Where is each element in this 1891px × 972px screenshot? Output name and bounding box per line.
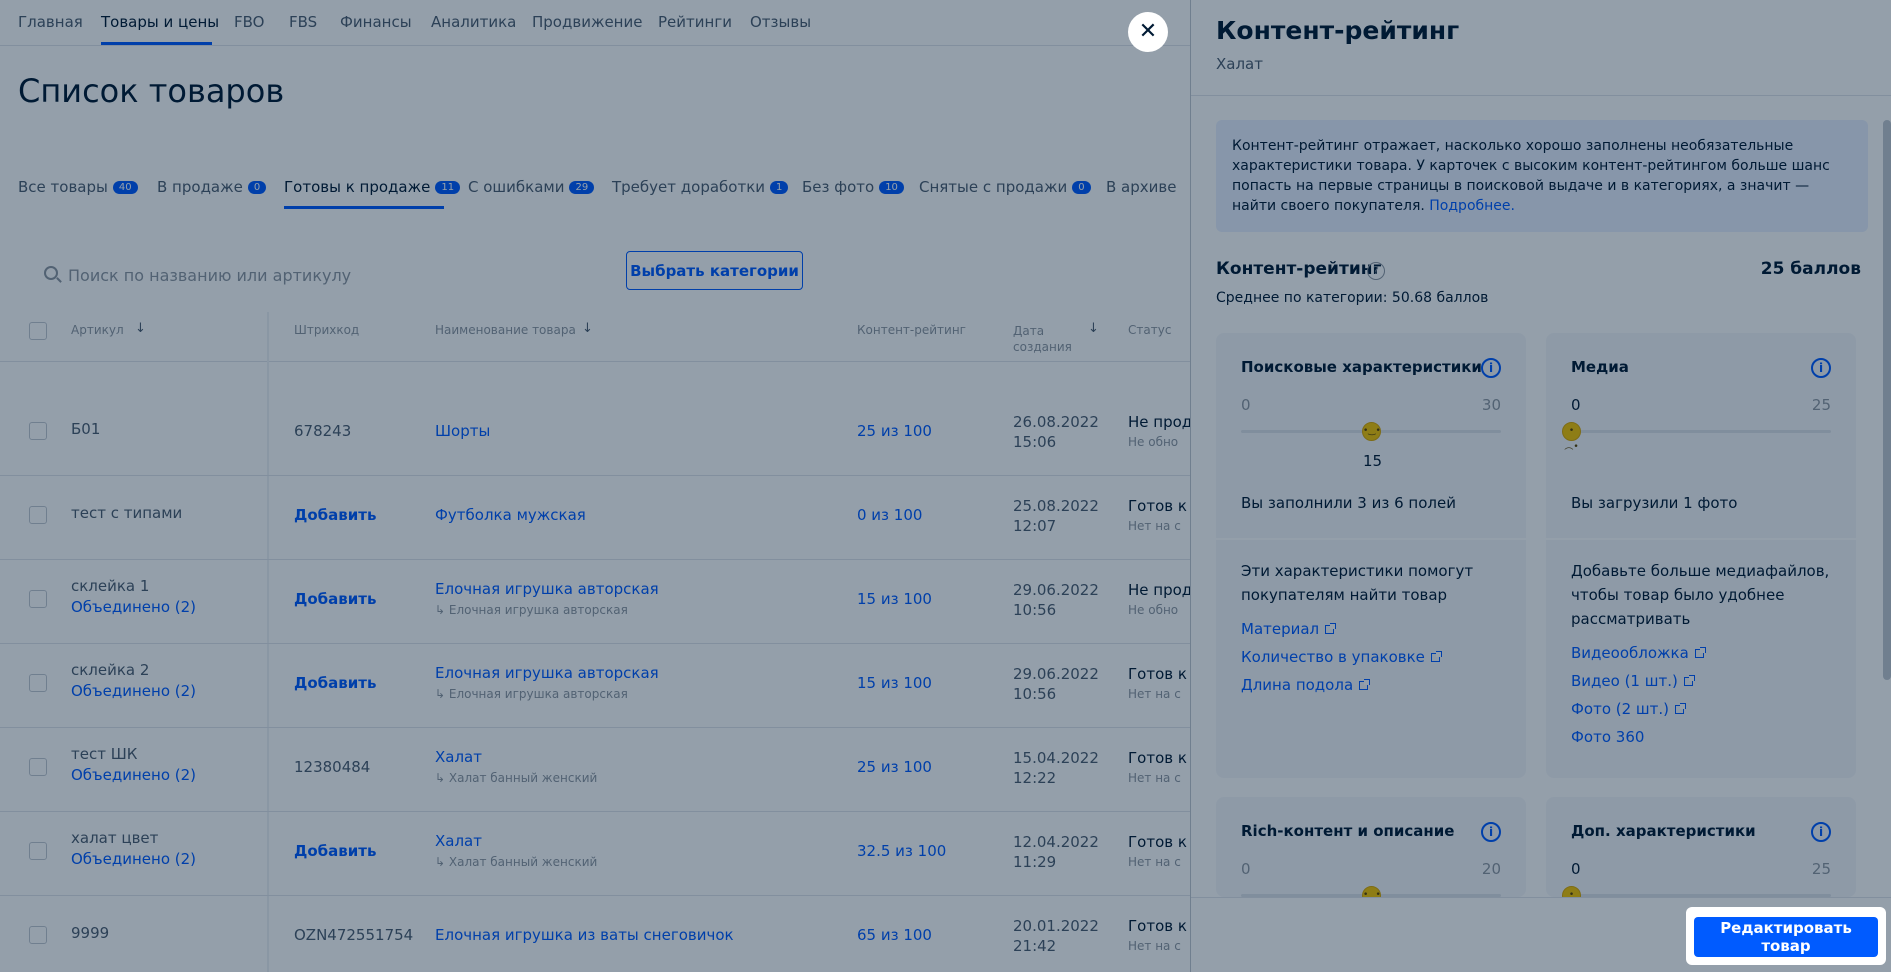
scale-min: 0 [1241, 396, 1251, 414]
scale-max: 25 [1811, 860, 1831, 878]
link-label: Фото (2 шт.) [1571, 700, 1670, 718]
external-link-icon [1430, 651, 1442, 662]
link-package-quantity[interactable]: Количество в упаковке [1241, 648, 1442, 666]
card-title: Поисковые характеристики [1241, 358, 1482, 376]
scale-min: 0 [1571, 396, 1581, 414]
card-description: Эти характеристики помогут покупателям н… [1241, 562, 1474, 604]
link-video-cover[interactable]: Видеообложка [1571, 644, 1706, 662]
edit-product-button[interactable]: Редактировать товар [1694, 917, 1878, 957]
external-link-icon [1359, 679, 1371, 690]
card-divider [1216, 538, 1526, 540]
drawer-scrollbar[interactable] [1883, 120, 1891, 680]
info-icon[interactable]: i [1811, 358, 1831, 378]
drawer-divider [1191, 95, 1891, 96]
neutral-face-icon: •‿• [1362, 886, 1381, 897]
content-rating-label: Контент-рейтинг [1216, 259, 1382, 279]
link-label: Количество в упаковке [1241, 648, 1425, 666]
link-label: Материал [1241, 620, 1320, 638]
link-label: Фото 360 [1571, 728, 1645, 746]
fields-filled-text: Вы заполнили 3 из 6 полей [1241, 494, 1456, 512]
card-rich-content: Rich-контент и описание i 0 20 •‿• [1216, 797, 1526, 897]
card-title: Rich-контент и описание [1241, 822, 1455, 840]
link-video[interactable]: Видео (1 шт.) [1571, 672, 1695, 690]
help-icon[interactable]: ? [1367, 262, 1385, 280]
info-text: Контент-рейтинг отражает, насколько хоро… [1232, 138, 1830, 214]
link-photo[interactable]: Фото (2 шт.) [1571, 700, 1687, 718]
photos-uploaded-text: Вы загрузили 1 фото [1571, 494, 1738, 512]
sad-face-icon: •︵• [1562, 886, 1581, 897]
more-link[interactable]: Подробнее. [1429, 198, 1515, 214]
scale-min: 0 [1241, 860, 1251, 878]
edit-button-highlight: Редактировать товар [1686, 907, 1886, 965]
link-label: Видеообложка [1571, 644, 1689, 662]
card-additional-characteristics: Доп. характеристики i 0 25 •︵• [1546, 797, 1856, 897]
card-divider [1546, 538, 1856, 540]
content-rating-points: 25 баллов [1760, 259, 1861, 279]
close-icon[interactable]: ✕ [1128, 12, 1168, 52]
score-value: 15 [1363, 452, 1383, 470]
scale-min: 0 [1571, 860, 1581, 878]
score-track [1571, 430, 1831, 433]
card-title: Доп. характеристики [1571, 822, 1756, 840]
info-icon[interactable]: i [1811, 822, 1831, 842]
category-average: Среднее по категории: 50.68 баллов [1216, 290, 1489, 306]
info-icon[interactable]: i [1481, 822, 1501, 842]
info-box: Контент-рейтинг отражает, насколько хоро… [1216, 120, 1868, 232]
scale-max: 25 [1811, 396, 1831, 414]
link-photo-360[interactable]: Фото 360 [1571, 728, 1644, 746]
drawer-title: Контент-рейтинг [1216, 16, 1460, 45]
drawer-subtitle: Халат [1216, 55, 1263, 73]
external-link-icon [1675, 703, 1687, 714]
link-label: Видео (1 шт.) [1571, 672, 1678, 690]
scale-max: 20 [1481, 860, 1501, 878]
info-icon[interactable]: i [1481, 358, 1501, 378]
link-label: Длина подола [1241, 676, 1354, 694]
neutral-face-icon: •‿• [1362, 422, 1381, 441]
external-link-icon [1325, 623, 1337, 634]
card-search-characteristics: Поисковые характеристики i 0 30 •‿• 15 В… [1216, 333, 1526, 778]
scale-max: 30 [1481, 396, 1501, 414]
card-title: Медиа [1571, 358, 1629, 376]
external-link-icon [1694, 647, 1706, 658]
card-media: Медиа i 0 25 •︵• Вы загрузили 1 фото Доб… [1546, 333, 1856, 778]
link-material[interactable]: Материал [1241, 620, 1337, 638]
link-hem-length[interactable]: Длина подола [1241, 676, 1371, 694]
external-link-icon [1683, 675, 1695, 686]
content-rating-drawer: Контент-рейтинг Халат Контент-рейтинг от… [1190, 0, 1891, 972]
card-description: Добавьте больше медиафайлов, чтобы товар… [1571, 562, 1830, 628]
sad-face-icon: •︵• [1562, 422, 1581, 452]
